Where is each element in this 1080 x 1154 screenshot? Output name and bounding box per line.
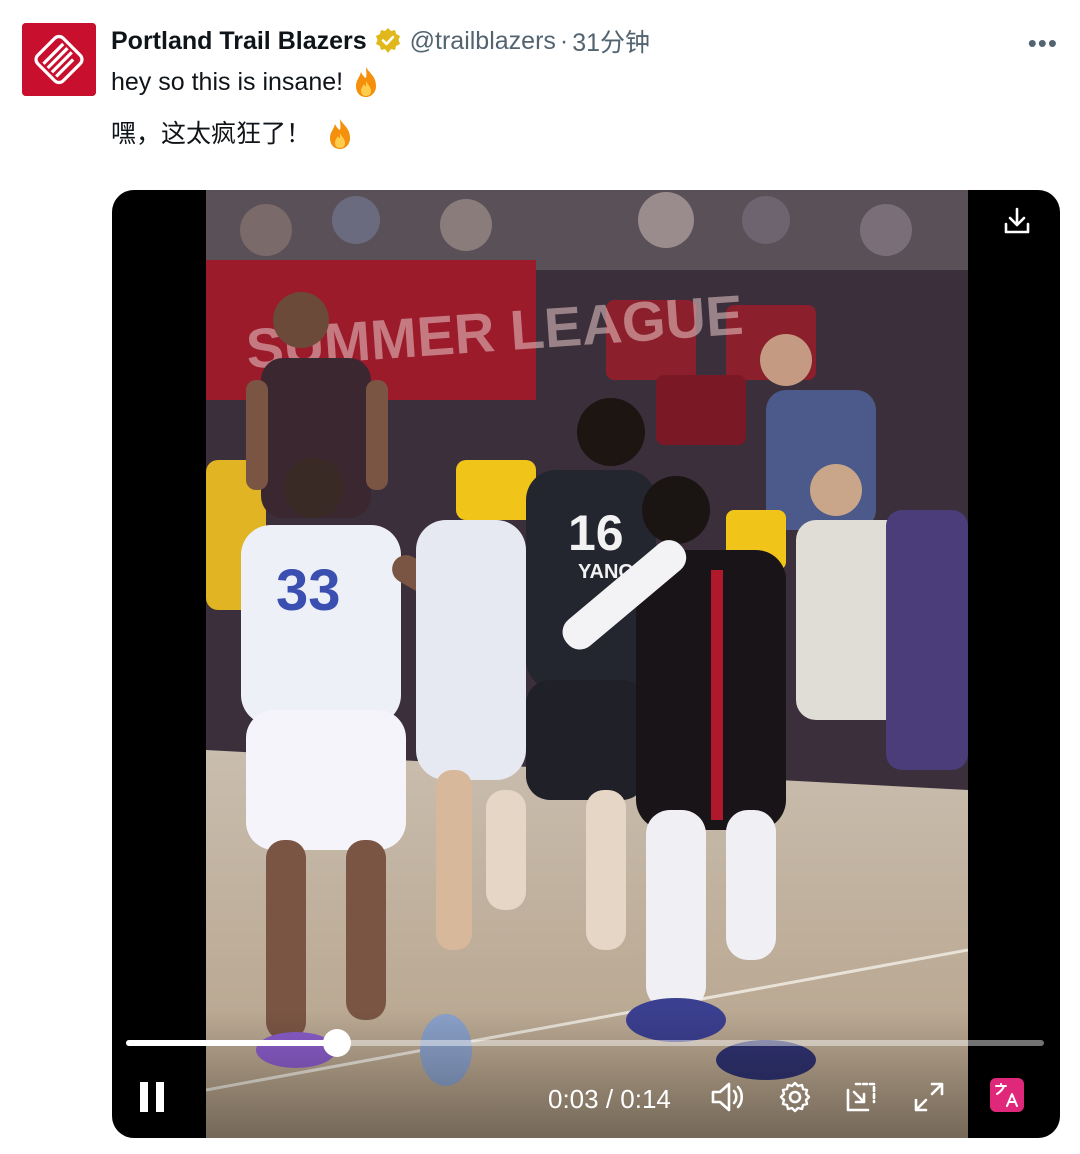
jersey-number-left: 33 [276, 558, 341, 623]
fullscreen-icon[interactable] [912, 1080, 946, 1114]
pip-icon[interactable] [844, 1080, 878, 1114]
translate-icon[interactable] [990, 1078, 1024, 1112]
translated-text: 嘿，这太疯狂了！ [111, 114, 355, 154]
volume-icon[interactable] [710, 1080, 746, 1114]
post-time[interactable]: 31分钟 [572, 23, 650, 59]
video-frame[interactable]: SUMMER LEAGUE 33 16 YANG [206, 190, 968, 1138]
progress-handle[interactable] [323, 1029, 352, 1057]
fire-emoji-icon [356, 67, 377, 97]
video-timecode: 0:03 / 0:14 [548, 1084, 671, 1114]
tweet-text-translated: 嘿，这太疯狂了！ [111, 120, 312, 148]
tweet-text-original: hey so this is insane! [111, 68, 344, 96]
author-handle[interactable]: @trailblazers [410, 27, 556, 56]
video-controls: 0:03 / 0:14 [112, 1010, 1060, 1138]
author-name[interactable]: Portland Trail Blazers [111, 27, 367, 56]
progress-fill [126, 1040, 338, 1046]
settings-gear-icon[interactable] [778, 1080, 812, 1114]
video-player[interactable]: SUMMER LEAGUE 33 16 YANG 0:03 / 0:14 [112, 190, 1060, 1138]
progress-bar[interactable] [126, 1029, 1044, 1057]
verified-badge-icon [375, 28, 400, 53]
tweet-text: hey so this is insane! [111, 62, 381, 102]
jersey-number-center: 16 [568, 505, 624, 561]
pause-icon[interactable] [138, 1080, 166, 1114]
trail-blazers-logo [22, 23, 96, 96]
download-icon[interactable] [1000, 204, 1034, 238]
separator-dot: · [559, 26, 569, 55]
more-options-button[interactable]: ••• [1028, 28, 1058, 59]
avatar[interactable] [22, 23, 96, 96]
video-still: SUMMER LEAGUE 33 16 YANG [206, 190, 968, 1138]
fire-emoji-icon [330, 119, 351, 149]
tweet-header: Portland Trail Blazers @trailblazers · 3… [111, 24, 650, 58]
